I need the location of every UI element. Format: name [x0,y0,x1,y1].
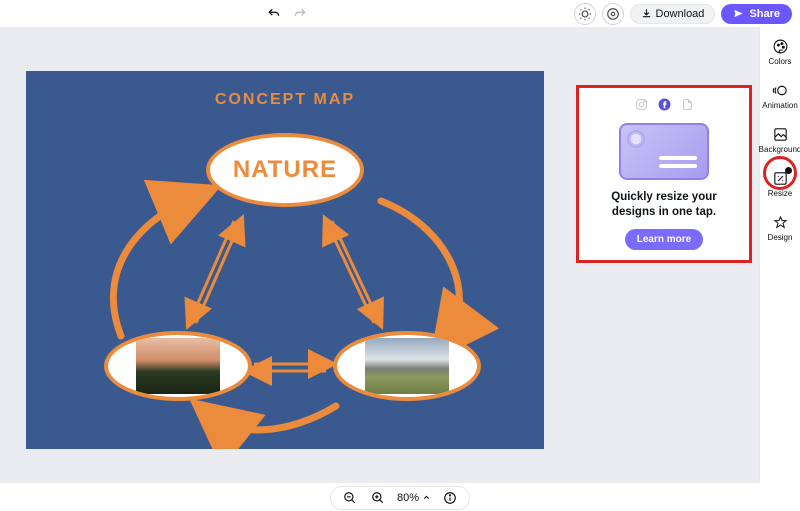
chevron-up-icon [422,493,431,502]
rail-colors[interactable]: Colors [760,37,800,66]
download-button[interactable]: Download [630,4,716,24]
concept-node-right-image [365,338,449,394]
resize-badge [785,167,792,174]
zoom-level-value: 80% [397,492,419,504]
concept-node-right[interactable] [333,331,481,401]
rail-animation-label: Animation [762,101,798,110]
concept-map-arrows [26,71,544,449]
instagram-icon[interactable] [635,98,648,111]
rail-design-label: Design [768,233,793,242]
social-targets [635,98,694,111]
redo-icon[interactable] [290,4,310,24]
design-canvas[interactable]: CONCEPT MAP NATURE [26,71,544,449]
rail-colors-label: Colors [768,57,791,66]
right-rail: Colors Animation Background Resize Desig… [759,27,800,483]
top-toolbar: Download Share [0,0,800,27]
info-icon[interactable] [441,489,459,507]
resize-promo-panel: Quickly resize your designs in one tap. … [576,85,752,263]
concept-node-center-label: NATURE [233,156,337,184]
rail-design[interactable]: Design [760,213,800,242]
rail-resize[interactable]: Resize [760,169,800,198]
share-label: Share [749,8,780,20]
concept-node-left-image [136,338,220,394]
bottom-toolbar: 80% [0,483,800,511]
rail-animation[interactable]: Animation [760,81,800,110]
zoom-in-icon[interactable] [369,489,387,507]
concept-node-center[interactable]: NATURE [206,133,364,207]
undo-icon[interactable] [264,4,284,24]
learn-more-button[interactable]: Learn more [625,229,703,250]
rail-background[interactable]: Background [760,125,800,154]
download-label: Download [656,8,705,20]
zoom-level[interactable]: 80% [397,492,431,504]
resize-promo-message: Quickly resize your designs in one tap. [591,190,737,219]
concept-node-left[interactable] [104,331,252,401]
concept-map-title: CONCEPT MAP [26,91,544,109]
editor-main: CONCEPT MAP NATURE [0,27,800,483]
rail-resize-label: Resize [768,189,792,198]
help-icon[interactable] [574,3,596,25]
card-illustration [619,123,709,180]
rail-background-label: Background [759,145,800,154]
preview-icon[interactable] [602,3,624,25]
facebook-icon[interactable] [658,98,671,111]
zoom-out-icon[interactable] [341,489,359,507]
file-icon[interactable] [681,98,694,111]
share-button[interactable]: Share [721,4,792,24]
